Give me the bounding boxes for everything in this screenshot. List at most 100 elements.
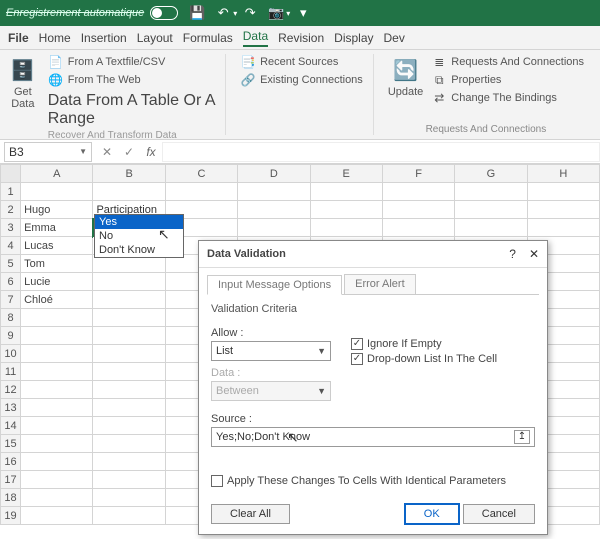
from-web-button[interactable]: 🌐From The Web <box>48 72 215 88</box>
update-all-button[interactable]: 🔄 Update <box>388 54 423 98</box>
dialog-titlebar[interactable]: Data Validation ? ✕ <box>199 241 547 268</box>
save-icon[interactable]: 💾 <box>188 5 206 21</box>
cell-B8[interactable] <box>93 309 165 327</box>
cell-A10[interactable] <box>21 345 93 363</box>
cell-B6[interactable] <box>93 273 165 291</box>
cell-D1[interactable] <box>238 183 310 201</box>
cell-A1[interactable] <box>21 183 93 201</box>
row-header-17[interactable]: 17 <box>1 471 21 489</box>
cell-A16[interactable] <box>21 453 93 471</box>
col-header-D[interactable]: D <box>238 165 310 183</box>
dropdown-item-no[interactable]: No <box>95 229 183 243</box>
menu-formulas[interactable]: Formulas <box>183 31 233 45</box>
fx-icon[interactable]: fx <box>140 145 162 159</box>
cell-A14[interactable] <box>21 417 93 435</box>
col-header-E[interactable]: E <box>310 165 382 183</box>
cell-A3[interactable]: Emma <box>21 219 93 237</box>
cell-A5[interactable]: Tom <box>21 255 93 273</box>
cancel-button[interactable]: Cancel <box>463 504 535 524</box>
menu-display[interactable]: Display <box>334 31 373 45</box>
redo-icon[interactable]: ↷ <box>241 5 259 21</box>
row-header-16[interactable]: 16 <box>1 453 21 471</box>
ok-button[interactable]: OK <box>404 503 460 525</box>
row-header-4[interactable]: 4 <box>1 237 21 255</box>
tab-error-alert[interactable]: Error Alert <box>344 274 416 294</box>
cell-B16[interactable] <box>93 453 165 471</box>
existing-conn-button[interactable]: 🔗Existing Connections <box>240 72 363 88</box>
row-header-2[interactable]: 2 <box>1 201 21 219</box>
menu-layout[interactable]: Layout <box>137 31 173 45</box>
menu-home[interactable]: Home <box>39 31 71 45</box>
close-icon[interactable]: ✕ <box>529 247 539 261</box>
cancel-formula-icon[interactable]: ✕ <box>96 145 118 159</box>
cell-A4[interactable]: Lucas <box>21 237 93 255</box>
row-header-12[interactable]: 12 <box>1 381 21 399</box>
help-icon[interactable]: ? <box>509 247 516 261</box>
col-header-A[interactable]: A <box>21 165 93 183</box>
cell-G2[interactable] <box>455 201 527 219</box>
select-all-corner[interactable] <box>1 165 21 183</box>
cell-E2[interactable] <box>310 201 382 219</box>
row-header-8[interactable]: 8 <box>1 309 21 327</box>
cell-A6[interactable]: Lucie <box>21 273 93 291</box>
col-header-H[interactable]: H <box>527 165 599 183</box>
properties-button[interactable]: ⧉Properties <box>431 72 584 88</box>
cell-B17[interactable] <box>93 471 165 489</box>
source-input[interactable]: Yes;No;Don't Know ↥ <box>211 427 535 447</box>
cell-D3[interactable] <box>238 219 310 237</box>
cell-A7[interactable]: Chloé <box>21 291 93 309</box>
menu-dev[interactable]: Dev <box>384 31 405 45</box>
allow-select[interactable]: List ▼ <box>211 341 331 361</box>
name-box-dropdown-icon[interactable]: ▼ <box>79 147 87 156</box>
cell-A11[interactable] <box>21 363 93 381</box>
cell-A2[interactable]: Hugo <box>21 201 93 219</box>
dropdown-item-yes[interactable]: Yes <box>95 215 183 229</box>
dropdown-item-dont-know[interactable]: Don't Know <box>95 243 183 257</box>
autosave-toggle[interactable] <box>150 6 178 20</box>
cell-B13[interactable] <box>93 399 165 417</box>
row-header-15[interactable]: 15 <box>1 435 21 453</box>
cell-F1[interactable] <box>382 183 454 201</box>
cell-A8[interactable] <box>21 309 93 327</box>
cell-B7[interactable] <box>93 291 165 309</box>
formula-input[interactable] <box>162 142 600 162</box>
requests-button[interactable]: ≣Requests And Connections <box>431 54 584 70</box>
undo-caret[interactable]: ▾ <box>233 9 237 18</box>
cell-A15[interactable] <box>21 435 93 453</box>
change-bindings-button[interactable]: ⇄Change The Bindings <box>431 90 584 106</box>
from-csv-button[interactable]: 📄From A Textfile/CSV <box>48 54 215 70</box>
enter-formula-icon[interactable]: ✓ <box>118 145 140 159</box>
cell-A13[interactable] <box>21 399 93 417</box>
camera-caret[interactable]: ▾ <box>286 9 290 18</box>
cell-A12[interactable] <box>21 381 93 399</box>
cell-F2[interactable] <box>382 201 454 219</box>
row-header-19[interactable]: 19 <box>1 507 21 525</box>
cell-F3[interactable] <box>382 219 454 237</box>
cell-B10[interactable] <box>93 345 165 363</box>
cell-B1[interactable] <box>93 183 165 201</box>
row-header-3[interactable]: 3 <box>1 219 21 237</box>
row-header-10[interactable]: 10 <box>1 345 21 363</box>
row-header-6[interactable]: 6 <box>1 273 21 291</box>
customize-qat-icon[interactable]: ▾ <box>294 5 312 21</box>
cell-G3[interactable] <box>455 219 527 237</box>
cell-A9[interactable] <box>21 327 93 345</box>
name-box[interactable]: B3 ▼ <box>4 142 92 162</box>
recent-sources-button[interactable]: 📑Recent Sources <box>240 54 363 70</box>
col-header-F[interactable]: F <box>382 165 454 183</box>
col-header-B[interactable]: B <box>93 165 165 183</box>
cell-A19[interactable] <box>21 507 93 525</box>
range-picker-icon[interactable]: ↥ <box>514 430 530 444</box>
in-cell-dropdown-checkbox[interactable]: ✓ Drop-down List In The Cell <box>351 353 497 365</box>
col-header-G[interactable]: G <box>455 165 527 183</box>
cell-C1[interactable] <box>165 183 237 201</box>
col-header-C[interactable]: C <box>165 165 237 183</box>
tab-options[interactable]: Input Message Options <box>207 275 342 295</box>
row-header-7[interactable]: 7 <box>1 291 21 309</box>
ignore-blank-checkbox[interactable]: ✓ Ignore If Empty <box>351 338 497 350</box>
camera-icon[interactable]: 📷 <box>267 5 285 21</box>
undo-icon[interactable]: ↶ <box>214 5 232 21</box>
menu-file[interactable]: File <box>8 31 29 45</box>
menu-revision[interactable]: Revision <box>278 31 324 45</box>
cell-E1[interactable] <box>310 183 382 201</box>
